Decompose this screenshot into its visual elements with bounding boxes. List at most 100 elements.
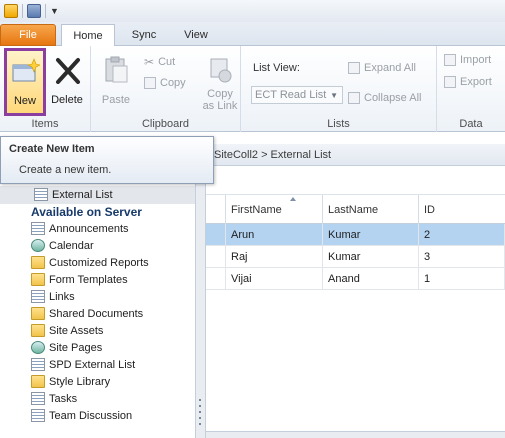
table-row[interactable]: Raj Kumar 3 bbox=[206, 246, 505, 268]
pane-splitter[interactable] bbox=[196, 166, 206, 438]
grid-header: FirstName LastName ID bbox=[206, 194, 505, 224]
tree-item[interactable]: Shared Documents bbox=[31, 305, 143, 322]
tree-item-label: Site Pages bbox=[49, 341, 103, 354]
new-item-label: New bbox=[13, 95, 36, 107]
tree-item[interactable]: Links bbox=[31, 288, 75, 305]
tree-item[interactable]: Team Discussion bbox=[31, 407, 132, 424]
tree-item[interactable]: Tasks bbox=[31, 390, 77, 407]
grid-top-area bbox=[206, 166, 505, 194]
tree-item-external-list[interactable]: External List bbox=[34, 186, 113, 203]
import-button[interactable]: Import bbox=[444, 52, 491, 68]
items-group-label: Items bbox=[31, 118, 59, 130]
items-group: New Delete Items bbox=[0, 46, 91, 132]
cell-id[interactable]: 1 bbox=[419, 268, 505, 289]
cut-label: Cut bbox=[158, 56, 176, 68]
copy-as-link-icon bbox=[205, 56, 235, 84]
column-header-lastname[interactable]: LastName bbox=[323, 195, 419, 224]
tree-item-label: Tasks bbox=[49, 392, 78, 405]
tree-item-label: Customized Reports bbox=[49, 256, 149, 269]
column-header-firstname[interactable]: FirstName bbox=[226, 195, 323, 224]
column-header-id[interactable]: ID bbox=[419, 195, 505, 224]
row-selector bbox=[206, 224, 226, 245]
tab-file[interactable]: File bbox=[0, 24, 56, 46]
copy-icon bbox=[144, 77, 156, 89]
folder-icon bbox=[31, 273, 45, 286]
cell-firstname[interactable]: Vijai bbox=[226, 268, 323, 289]
tree-item-label: Calendar bbox=[49, 239, 94, 252]
tree-item-label: Site Assets bbox=[49, 324, 104, 337]
copy-as-link-line2: as Link bbox=[202, 100, 238, 112]
ribbon-tab-row: File Home Sync View bbox=[0, 22, 505, 47]
list-view-label: List View: bbox=[253, 62, 300, 74]
paste-button[interactable]: Paste bbox=[96, 50, 136, 112]
grip-dot bbox=[199, 411, 201, 413]
tree-item-label: External List bbox=[52, 188, 113, 201]
copy-as-link-label: Copy as Link bbox=[203, 88, 238, 112]
tree-item[interactable]: Announcements bbox=[31, 220, 129, 237]
tree-item[interactable]: SPD External List bbox=[31, 356, 135, 373]
cell-lastname[interactable]: Kumar bbox=[323, 224, 419, 245]
tree-item[interactable]: Site Assets bbox=[31, 322, 103, 339]
list-view-value: ECT Read List bbox=[255, 89, 327, 101]
expand-all-button[interactable]: Expand All bbox=[348, 60, 416, 76]
cell-lastname[interactable]: Kumar bbox=[323, 246, 419, 267]
data-group-label: Data bbox=[459, 118, 483, 130]
delete-label: Delete bbox=[51, 94, 83, 106]
new-item-icon bbox=[10, 57, 41, 85]
folder-icon bbox=[31, 256, 45, 269]
breadcrumb[interactable]: SiteColl2 > External List bbox=[214, 149, 331, 161]
export-button[interactable]: Export bbox=[444, 74, 492, 90]
tab-view[interactable]: View bbox=[174, 24, 218, 46]
tree-item[interactable]: Calendar bbox=[31, 237, 94, 254]
list-icon bbox=[34, 188, 48, 201]
collapse-all-button[interactable]: Collapse All bbox=[348, 90, 421, 106]
tree-item-label: Style Library bbox=[49, 375, 111, 388]
cell-id[interactable]: 3 bbox=[419, 246, 505, 267]
list-icon bbox=[31, 409, 45, 422]
cut-button[interactable]: ✂ Cut bbox=[144, 54, 175, 70]
folder-icon bbox=[31, 375, 45, 388]
new-item-button[interactable]: New bbox=[4, 48, 46, 116]
quick-access-toolbar: ▼ bbox=[0, 0, 505, 22]
delete-button[interactable]: Delete bbox=[47, 50, 87, 112]
list-view-select[interactable]: ECT Read List ▼ bbox=[251, 86, 343, 104]
export-icon bbox=[444, 76, 456, 88]
cell-firstname[interactable]: Arun bbox=[226, 224, 323, 245]
available-on-server-header: Available on Server bbox=[31, 205, 142, 219]
grip-dot bbox=[199, 399, 201, 401]
copy-button[interactable]: Copy bbox=[144, 75, 186, 91]
tab-sync[interactable]: Sync bbox=[122, 24, 166, 46]
expand-all-icon bbox=[348, 62, 360, 74]
items-grid: FirstName LastName ID Arun Kumar 2 Raj Kumar… bbox=[206, 166, 505, 438]
cell-firstname[interactable]: Raj bbox=[226, 246, 323, 267]
tree-item-label: Form Templates bbox=[49, 273, 128, 286]
save-icon[interactable] bbox=[27, 4, 41, 18]
cell-lastname[interactable]: Anand bbox=[323, 268, 419, 289]
tree-item-label: Team Discussion bbox=[49, 409, 133, 422]
table-row[interactable]: Arun Kumar 2 bbox=[206, 224, 505, 246]
new-item-tooltip: Create New Item Create a new item. bbox=[0, 136, 214, 184]
chevron-down-icon: ▼ bbox=[330, 90, 338, 100]
folder-icon bbox=[31, 307, 45, 320]
customize-dropdown-icon[interactable]: ▼ bbox=[50, 6, 59, 16]
tree-item[interactable]: Customized Reports bbox=[31, 254, 149, 271]
cut-icon: ✂ bbox=[144, 55, 155, 69]
tree-item[interactable]: Site Pages bbox=[31, 339, 102, 356]
horizontal-scrollbar[interactable] bbox=[206, 431, 505, 438]
paste-label: Paste bbox=[101, 94, 131, 106]
tree-item-label: Announcements bbox=[49, 222, 129, 235]
tree-item[interactable]: Style Library bbox=[31, 373, 110, 390]
calendar-icon bbox=[31, 239, 45, 252]
table-row[interactable]: Vijai Anand 1 bbox=[206, 268, 505, 290]
tooltip-body: Create a new item. bbox=[19, 164, 112, 176]
navigation-tree: External List Available on Server Announ… bbox=[0, 166, 196, 438]
cell-id[interactable]: 2 bbox=[419, 224, 505, 245]
copy-as-link-button[interactable]: Copy as Link bbox=[200, 50, 240, 112]
collapse-all-icon bbox=[348, 92, 360, 104]
tree-item[interactable]: Form Templates bbox=[31, 271, 128, 288]
tab-home[interactable]: Home bbox=[61, 24, 115, 47]
qat-separator bbox=[22, 4, 23, 18]
app-icon[interactable] bbox=[4, 4, 18, 18]
sort-ascending-icon bbox=[290, 197, 296, 201]
grip-dot bbox=[199, 423, 201, 425]
